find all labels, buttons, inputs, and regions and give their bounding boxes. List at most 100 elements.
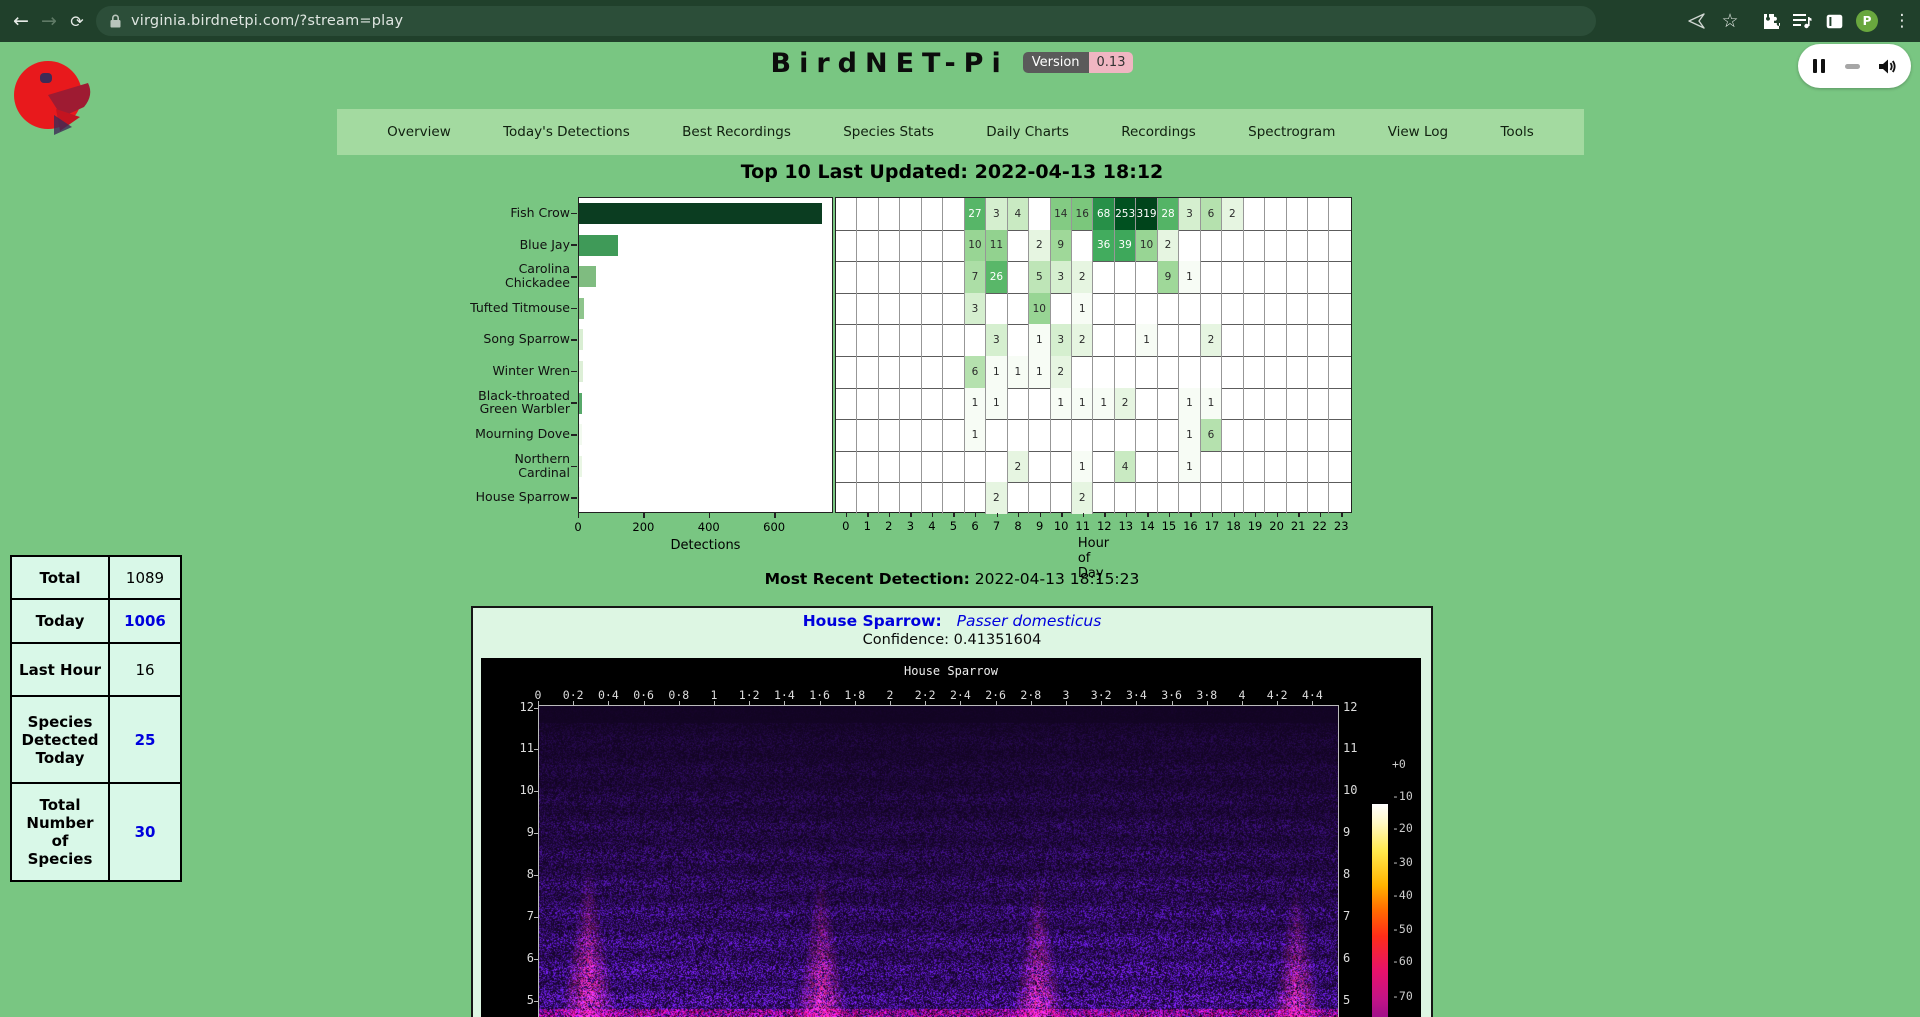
heatmap-cell bbox=[1201, 293, 1222, 325]
side-panel-icon[interactable] bbox=[1820, 0, 1848, 42]
hour-axis-tick bbox=[1190, 513, 1191, 517]
heatmap-cell bbox=[1287, 482, 1308, 514]
nav-item-recordings[interactable]: Recordings bbox=[1121, 124, 1196, 140]
heatmap-cell: 1 bbox=[1072, 451, 1093, 483]
hour-axis-ticklabel: 4 bbox=[928, 519, 935, 533]
heatmap-cell bbox=[1329, 324, 1350, 356]
spectrogram-y-tick bbox=[534, 791, 538, 792]
bar-axis-tick bbox=[774, 513, 775, 518]
heatmap-cell bbox=[1008, 482, 1029, 514]
heatmap-cell: 16 bbox=[1072, 198, 1093, 230]
heatmap-cell: 2 bbox=[1115, 388, 1136, 420]
species-axis-tick bbox=[571, 276, 577, 278]
detection-species-line: House Sparrow: Passer domesticus bbox=[0, 612, 1904, 630]
heatmap-cell: 1 bbox=[1179, 388, 1200, 420]
heatmap-cell: 2 bbox=[1029, 230, 1050, 262]
heatmap-cell: 27 bbox=[965, 198, 986, 230]
stats-value[interactable]: 30 bbox=[109, 783, 181, 881]
heatmap-cell bbox=[1244, 293, 1265, 325]
heatmap-cell bbox=[1222, 419, 1243, 451]
spectrogram-x-ticklabel: 4·2 bbox=[1267, 688, 1288, 702]
heatmap-cell: 5 bbox=[1029, 261, 1050, 293]
colorbar-ticklabel: +0 bbox=[1392, 757, 1406, 771]
player-progress[interactable] bbox=[1845, 64, 1860, 69]
bookmark-star-icon[interactable]: ☆ bbox=[1716, 0, 1744, 42]
spectrogram-x-ticklabel: 1·2 bbox=[739, 688, 760, 702]
spectrogram-y-ticklabel-right: 7 bbox=[1343, 909, 1373, 923]
colorbar-ticklabel: -40 bbox=[1392, 888, 1413, 902]
heatmap-cell bbox=[965, 451, 986, 483]
pause-button[interactable] bbox=[1812, 58, 1826, 74]
address-bar[interactable]: virginia.birdnetpi.com/?stream=play bbox=[96, 6, 1596, 36]
hour-axis-tick bbox=[867, 513, 868, 517]
most-recent-detection: Most Recent Detection: 2022-04-13 18:15:… bbox=[0, 570, 1904, 588]
heatmap-cell bbox=[857, 388, 878, 420]
heatmap-cell bbox=[1308, 356, 1329, 388]
bar-axis-tick bbox=[709, 513, 710, 518]
detection-species[interactable]: House Sparrow: bbox=[803, 612, 942, 630]
heatmap-cell bbox=[1093, 451, 1114, 483]
heatmap-cell bbox=[1029, 419, 1050, 451]
heatmap-cell bbox=[943, 419, 964, 451]
hour-axis-tick bbox=[953, 513, 954, 517]
hour-axis-ticklabel: 15 bbox=[1162, 519, 1177, 533]
media-playlist-icon[interactable] bbox=[1788, 0, 1816, 42]
nav-item-view-log[interactable]: View Log bbox=[1388, 124, 1448, 140]
extensions-puzzle-icon[interactable] bbox=[1757, 0, 1785, 42]
heatmap-cell bbox=[1115, 482, 1136, 514]
heatmap-cell bbox=[1308, 482, 1329, 514]
back-icon[interactable]: ← bbox=[6, 0, 36, 42]
heatmap-cell: 3 bbox=[1051, 324, 1072, 356]
nav-item-overview[interactable]: Overview bbox=[387, 124, 451, 140]
heatmap-cell bbox=[1201, 230, 1222, 262]
heatmap-row: 2141 bbox=[836, 451, 1351, 484]
heatmap-cell bbox=[1158, 482, 1179, 514]
nav-item-today-s-detections[interactable]: Today's Detections bbox=[503, 124, 630, 140]
heatmap-cell bbox=[943, 198, 964, 230]
reload-icon[interactable]: ⟳ bbox=[62, 0, 92, 42]
heatmap-cell bbox=[1136, 419, 1157, 451]
heatmap-cell bbox=[1158, 356, 1179, 388]
heatmap-cell bbox=[1115, 293, 1136, 325]
colorbar-ticklabel: -30 bbox=[1392, 855, 1413, 869]
heatmap-cell: 6 bbox=[1201, 419, 1222, 451]
heatmap-cell bbox=[1179, 293, 1200, 325]
spectrogram-x-ticklabel: 1·6 bbox=[809, 688, 830, 702]
spectrogram-y-ticklabel-left: 12 bbox=[504, 700, 534, 714]
nav-item-tools[interactable]: Tools bbox=[1500, 124, 1533, 140]
send-icon[interactable] bbox=[1683, 0, 1711, 42]
heatmap-cell bbox=[1308, 230, 1329, 262]
spectrogram: House Sparrow Frequency (kHz) 00·20·40·6… bbox=[481, 658, 1421, 1017]
nav-item-species-stats[interactable]: Species Stats bbox=[843, 124, 934, 140]
heatmap-cell bbox=[1158, 293, 1179, 325]
heatmap-row: 11111211 bbox=[836, 388, 1351, 421]
volume-icon[interactable] bbox=[1878, 58, 1897, 75]
nav-item-spectrogram[interactable]: Spectrogram bbox=[1248, 124, 1335, 140]
heatmap-cell: 28 bbox=[1158, 198, 1179, 230]
hour-axis-ticklabel: 10 bbox=[1054, 519, 1069, 533]
heatmap-cell bbox=[1265, 419, 1286, 451]
heatmap-cell bbox=[900, 482, 921, 514]
bar-axis-tick bbox=[643, 513, 644, 518]
spectrogram-y-ticklabel-left: 6 bbox=[504, 951, 534, 965]
heatmap-cell bbox=[1158, 324, 1179, 356]
nav-item-daily-charts[interactable]: Daily Charts bbox=[986, 124, 1069, 140]
spectrogram-x-ticklabel: 0·4 bbox=[598, 688, 619, 702]
heatmap-cell bbox=[1265, 482, 1286, 514]
hour-axis-ticklabel: 14 bbox=[1140, 519, 1155, 533]
detection-scientific-name[interactable]: Passer domesticus bbox=[957, 612, 1102, 630]
spectrogram-x-ticklabel: 3·6 bbox=[1161, 688, 1182, 702]
profile-avatar[interactable]: P bbox=[1856, 10, 1878, 32]
heatmap-row: 313212 bbox=[836, 324, 1351, 357]
species-label: NorthernCardinal bbox=[340, 452, 570, 479]
nav-item-best-recordings[interactable]: Best Recordings bbox=[682, 124, 791, 140]
heatmap-cell: 1 bbox=[1029, 324, 1050, 356]
heatmap-cell: 1 bbox=[1179, 419, 1200, 451]
stats-value[interactable]: 25 bbox=[109, 696, 181, 783]
menu-dots-icon[interactable]: ⋮ bbox=[1888, 0, 1916, 42]
species-axis-tick bbox=[571, 402, 577, 404]
heatmap-cell bbox=[1179, 324, 1200, 356]
heatmap-cell: 1 bbox=[965, 388, 986, 420]
spectrogram-x-ticklabel: 4·4 bbox=[1302, 688, 1323, 702]
forward-icon[interactable]: → bbox=[34, 0, 64, 42]
